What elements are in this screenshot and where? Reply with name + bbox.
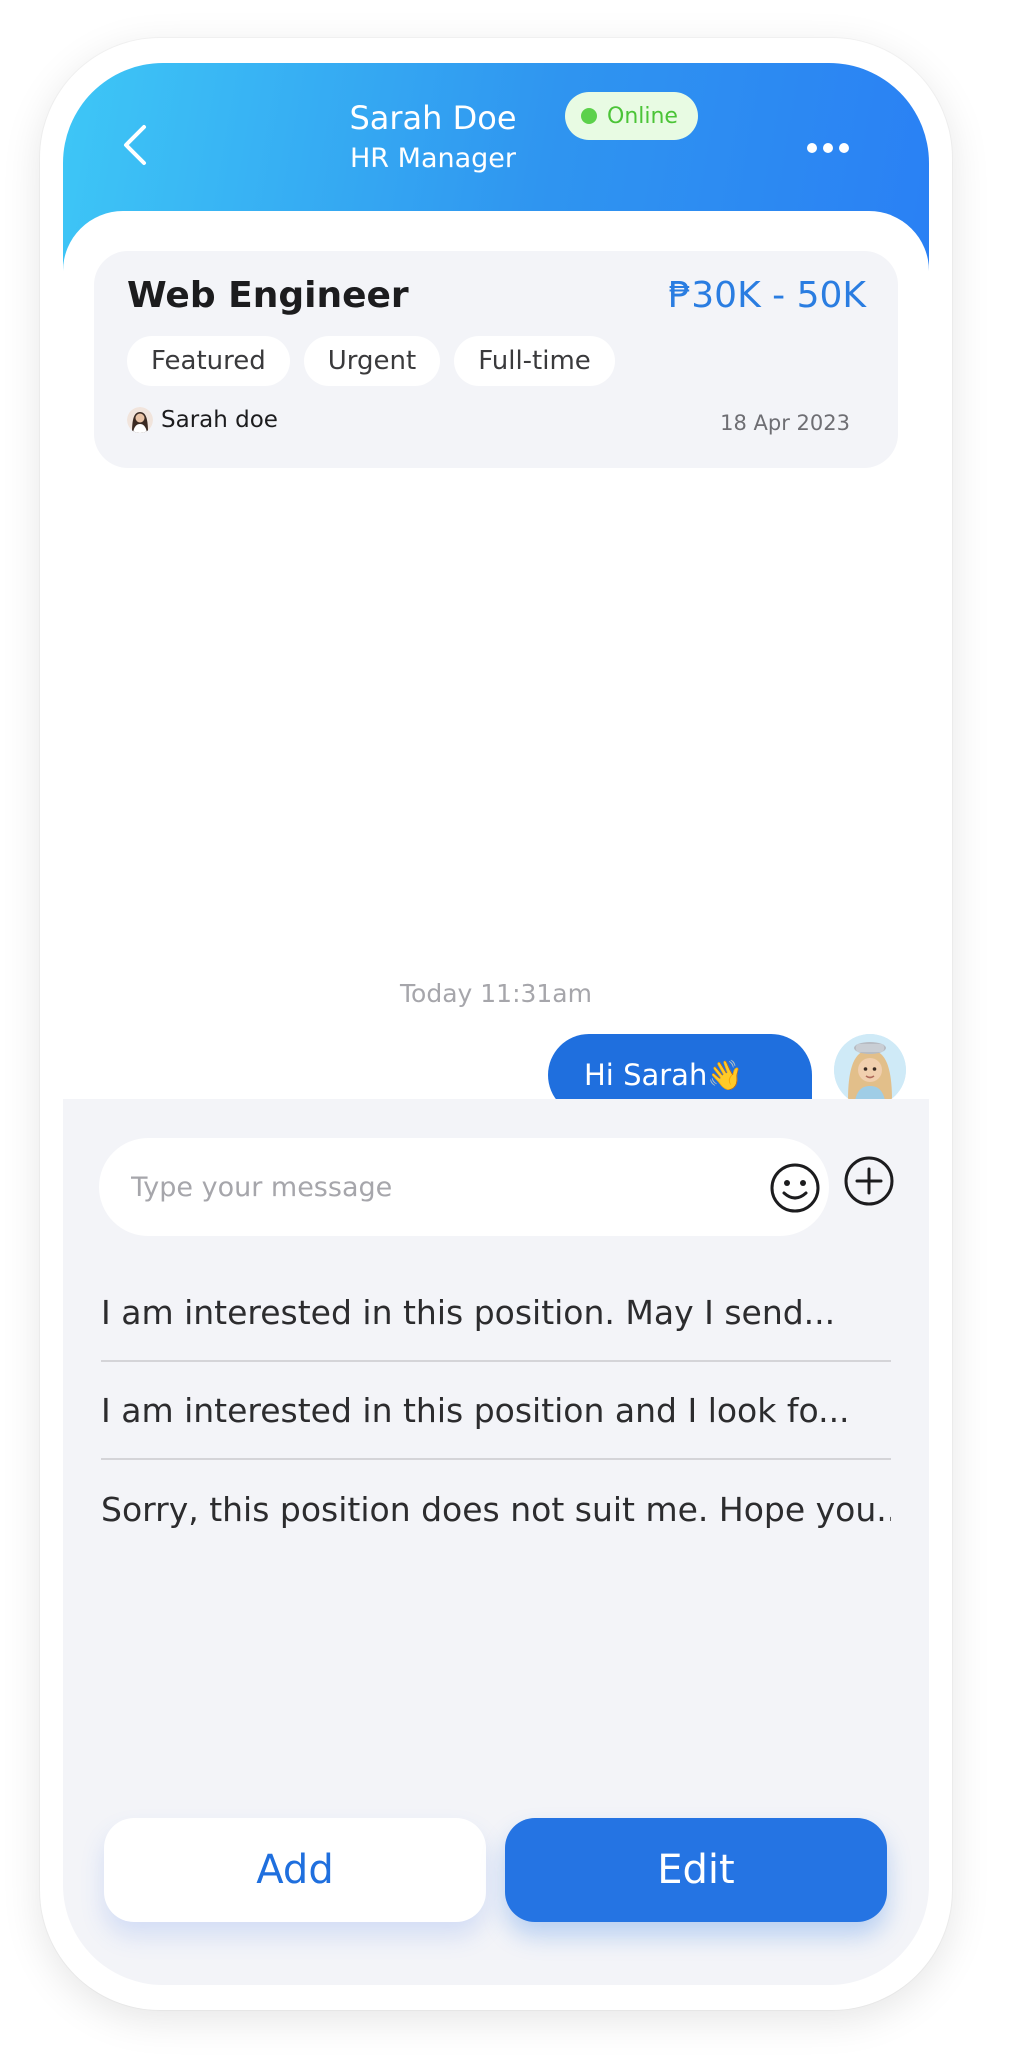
posted-date: 18 Apr 2023 <box>720 411 850 435</box>
attach-button[interactable] <box>842 1154 896 1208</box>
add-button[interactable]: Add <box>104 1818 486 1922</box>
back-button[interactable] <box>105 115 165 175</box>
avatar <box>127 407 153 433</box>
avatar <box>834 1034 906 1106</box>
quick-reply-item[interactable]: Sorry, this position does not suit me. H… <box>101 1460 891 1558</box>
plus-circle-icon <box>844 1156 894 1206</box>
online-dot-icon <box>581 108 597 124</box>
chat-screen: Sarah Doe Online HR Manager Web Engineer… <box>63 63 929 1985</box>
message-timestamp: Today 11:31am <box>400 979 592 1008</box>
job-poster: Sarah doe <box>127 407 278 433</box>
message-input-box <box>99 1138 829 1236</box>
more-options-button[interactable] <box>793 123 863 173</box>
smiley-icon <box>770 1163 820 1213</box>
edit-button[interactable]: Edit <box>505 1818 887 1922</box>
job-tag: Full-time <box>454 336 615 386</box>
job-title: Web Engineer <box>127 275 409 316</box>
job-salary: ₱30K - 50K <box>668 275 866 316</box>
job-card[interactable]: Web Engineer ₱30K - 50K Featured Urgent … <box>94 251 898 468</box>
emoji-button[interactable] <box>767 1160 823 1216</box>
job-tag: Featured <box>127 336 290 386</box>
quick-reply-item[interactable]: I am interested in this position and I l… <box>101 1362 891 1460</box>
poster-name: Sarah doe <box>161 407 278 433</box>
contact-role: HR Manager <box>350 143 516 174</box>
composer-panel: I am interested in this position. May I … <box>63 1099 929 1985</box>
status-badge: Online <box>565 92 698 140</box>
job-tags: Featured Urgent Full-time <box>127 336 615 386</box>
quick-reply-item[interactable]: I am interested in this position. May I … <box>101 1264 891 1362</box>
contact-name: Sarah Doe <box>349 99 517 137</box>
chevron-left-icon <box>124 125 146 165</box>
more-horizontal-icon <box>807 143 849 153</box>
message-input[interactable] <box>131 1162 731 1212</box>
quick-reply-list: I am interested in this position. May I … <box>101 1264 891 1558</box>
job-tag: Urgent <box>303 336 441 386</box>
status-text: Online <box>607 103 678 129</box>
